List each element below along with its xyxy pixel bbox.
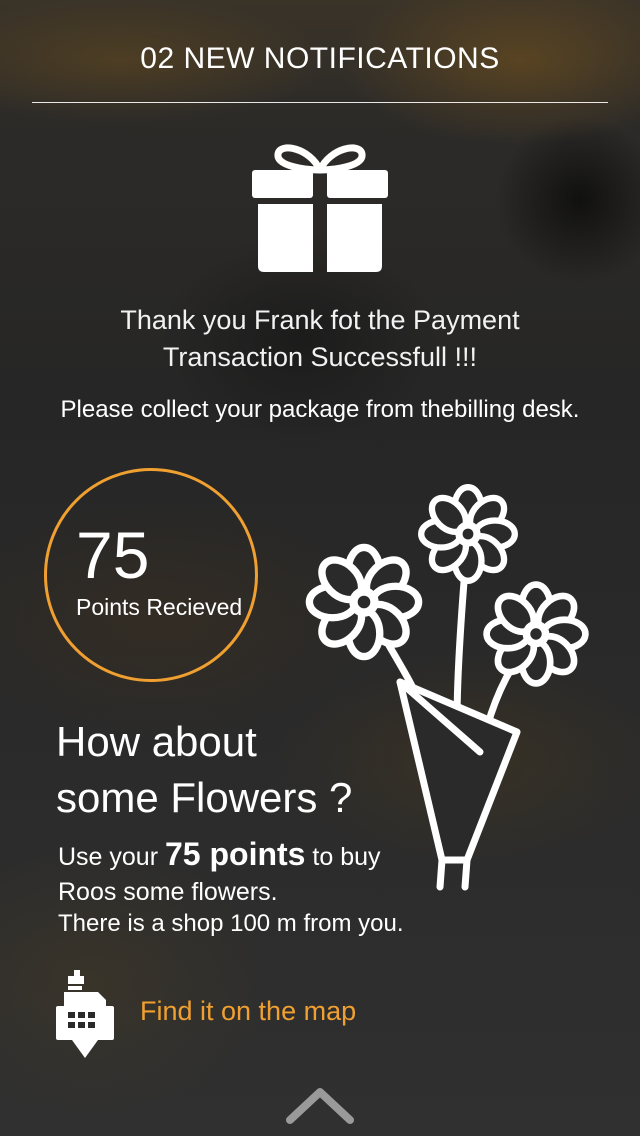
- notification-screen: 02 NEW NOTIFICATIONS Thank you Frank fot…: [0, 0, 640, 1136]
- points-value: 75: [76, 518, 150, 592]
- thank-you-line-2: Transaction Successfull !!!: [162, 342, 478, 372]
- use-points-suffix: to buy: [312, 843, 381, 871]
- shop-distance-line: There is a shop 100 m from you.: [58, 910, 404, 937]
- offer-title-line-1: How about: [56, 718, 257, 765]
- roos-flowers-line: Roos some flowers.: [58, 878, 278, 906]
- offer-title-line-2: some Flowers ?: [56, 774, 353, 821]
- use-points-line: Use your 75 points to buy: [58, 838, 381, 873]
- use-points-amount: 75 points: [165, 836, 306, 872]
- notifications-header-title: 02 NEW NOTIFICATIONS: [140, 42, 500, 75]
- use-points-prefix: Use your: [58, 843, 159, 871]
- points-label: Points Recieved: [76, 594, 243, 620]
- thank-you-message: Thank you Frank fot the Payment Transact…: [60, 302, 580, 376]
- shop-map-pin-icon[interactable]: [54, 968, 116, 1060]
- collect-package-message: Please collect your package from thebill…: [60, 396, 580, 423]
- flowers-offer-title: How about some Flowers ?: [56, 714, 352, 826]
- find-on-map-link[interactable]: Find it on the map: [140, 996, 356, 1027]
- thank-you-line-1: Thank you Frank fot the Payment: [120, 305, 520, 335]
- chevron-up-icon[interactable]: [284, 1082, 356, 1126]
- flower-bouquet-icon: [292, 482, 602, 891]
- gift-icon: [252, 144, 388, 272]
- header-divider: [32, 102, 608, 103]
